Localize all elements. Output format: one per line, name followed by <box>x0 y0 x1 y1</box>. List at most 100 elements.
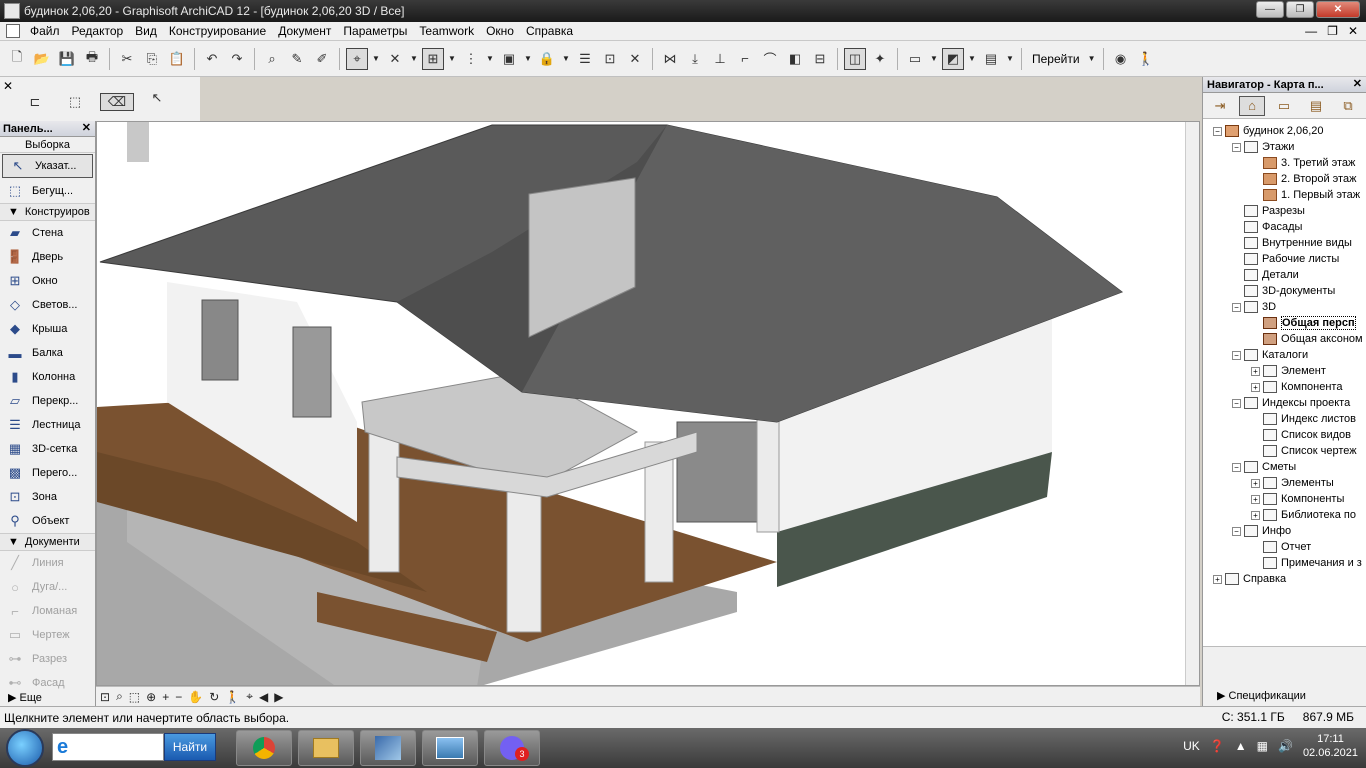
split-icon[interactable]: ⋈ <box>659 48 681 70</box>
previous-view-icon[interactable]: ◀ <box>259 690 268 704</box>
language-indicator[interactable]: UK <box>1183 739 1200 753</box>
group-icon[interactable]: ▣ <box>498 48 520 70</box>
walk-icon[interactable]: 🚶 <box>1135 48 1157 70</box>
3d-viewport[interactable] <box>96 121 1200 686</box>
volume-icon[interactable]: 🔊 <box>1278 739 1293 753</box>
chevron-down-icon[interactable]: ▼ <box>1005 48 1015 70</box>
tool-mesh[interactable]: ▦ 3D-сетка <box>0 437 95 461</box>
tree-item[interactable]: Общая персп <box>1203 315 1366 331</box>
doc-close-button[interactable]: ✕ <box>1348 24 1358 38</box>
render-icon[interactable]: ✦ <box>869 48 891 70</box>
open-folder-icon[interactable]: 📂 <box>31 48 53 70</box>
chevron-down-icon[interactable]: ▼ <box>371 48 381 70</box>
search-input[interactable]: e <box>52 733 164 761</box>
chevron-down-icon[interactable]: ▼ <box>561 48 571 70</box>
delete-icon[interactable]: ✕ <box>624 48 646 70</box>
rectangle-select-icon[interactable]: ⬚ <box>64 91 86 113</box>
snap-grid-icon[interactable]: ⋮ <box>460 48 482 70</box>
chevron-down-icon[interactable]: ▼ <box>485 48 495 70</box>
tool-line[interactable]: ╱ Линия <box>0 551 95 575</box>
layout-book-icon[interactable]: ▤ <box>1303 96 1329 116</box>
tree-item[interactable]: − Сметы <box>1203 459 1366 475</box>
expand-icon[interactable]: + <box>1251 366 1260 376</box>
expand-icon[interactable]: + <box>1251 510 1260 520</box>
collapse-icon[interactable]: − <box>1232 142 1241 152</box>
pick-up-icon[interactable]: ✎ <box>286 48 308 70</box>
gravity-icon[interactable]: ⌖ <box>346 47 368 70</box>
doc-restore-button[interactable]: ❐ <box>1327 24 1338 38</box>
tool-column[interactable]: ▮ Колонна <box>0 365 95 389</box>
tree-item[interactable]: + Компонента <box>1203 379 1366 395</box>
tree-item[interactable]: Фасады <box>1203 219 1366 235</box>
close-icon[interactable]: ✕ <box>1353 77 1362 90</box>
minimize-button[interactable]: — <box>1256 1 1284 18</box>
tree-item[interactable]: − Индексы проекта <box>1203 395 1366 411</box>
view-mode-icon[interactable]: ◩ <box>942 47 964 70</box>
collapse-icon[interactable]: − <box>1232 398 1241 408</box>
taskbar-explorer[interactable] <box>298 730 354 766</box>
menu-file[interactable]: Файл <box>24 24 66 38</box>
tool-marquee[interactable]: ⬚ Бегущ... <box>0 179 95 203</box>
taskbar-chrome[interactable] <box>236 730 292 766</box>
tool-object[interactable]: ⚲ Объект <box>0 509 95 533</box>
menu-document[interactable]: Документ <box>272 24 337 38</box>
menu-design[interactable]: Конструирование <box>163 24 272 38</box>
chevron-down-icon[interactable]: ▼ <box>1087 48 1097 70</box>
tree-item[interactable]: Список чертеж <box>1203 443 1366 459</box>
tool-zone[interactable]: ⊡ Зона <box>0 485 95 509</box>
tool-drawing[interactable]: ▭ Чертеж <box>0 623 95 647</box>
zoom-in-icon[interactable]: + <box>162 690 169 704</box>
tool-arc[interactable]: ○ Дуга/... <box>0 575 95 599</box>
orbit-icon[interactable]: ◉ <box>1110 48 1132 70</box>
tree-item[interactable]: − Каталоги <box>1203 347 1366 363</box>
expand-icon[interactable]: + <box>1251 494 1260 504</box>
show-hidden-icons-icon[interactable]: ▲ <box>1235 739 1247 753</box>
zoom-fit-icon[interactable]: ⌖ <box>246 689 253 704</box>
zoom-region-icon[interactable]: ⬚ <box>129 690 140 704</box>
grid-snap-icon[interactable]: ⊞ <box>422 47 444 70</box>
tree-item[interactable]: − будинок 2,06,20 <box>1203 123 1366 139</box>
inject-icon[interactable]: ✐ <box>311 48 333 70</box>
view-toggle-icon[interactable]: ⊡ <box>100 690 110 704</box>
tree-item[interactable]: Отчет <box>1203 539 1366 555</box>
lock-icon[interactable]: 🔒 <box>536 48 558 70</box>
save-icon[interactable]: 💾 <box>56 48 78 70</box>
document-icon[interactable] <box>6 24 20 38</box>
tool-stair[interactable]: ☰ Лестница <box>0 413 95 437</box>
maximize-button[interactable]: ❐ <box>1286 1 1314 18</box>
fillet-icon[interactable]: ⌒ <box>759 48 781 70</box>
find-select-icon[interactable]: ⌕ <box>261 48 283 70</box>
solid-operations-icon[interactable]: ◧ <box>784 48 806 70</box>
tree-item[interactable]: Примечания и з <box>1203 555 1366 571</box>
tool-skylight[interactable]: ◇ Светов... <box>0 293 95 317</box>
tree-item[interactable]: 3. Третий этаж <box>1203 155 1366 171</box>
expand-icon[interactable]: + <box>1251 382 1260 392</box>
view-map-icon[interactable]: ▭ <box>1271 96 1297 116</box>
expand-icon[interactable]: + <box>1251 478 1260 488</box>
fit-window-icon[interactable]: ⌕ <box>116 689 123 704</box>
specifications-toggle[interactable]: ▶ Спецификации <box>1217 689 1306 702</box>
selection-method-icon[interactable]: ⊏ <box>24 91 46 113</box>
arrow-pointer-icon[interactable]: ↖ <box>146 87 168 109</box>
orbit-icon[interactable]: ↻ <box>209 690 219 704</box>
3d-window-icon[interactable]: ◫ <box>844 47 866 70</box>
chevron-down-icon[interactable]: ▼ <box>967 48 977 70</box>
tree-item[interactable]: + Элементы <box>1203 475 1366 491</box>
adjust-icon[interactable]: ⤓ <box>684 48 706 70</box>
menu-view[interactable]: Вид <box>129 24 163 38</box>
guide-lines-icon[interactable]: ✕ <box>384 48 406 70</box>
redo-icon[interactable]: ↷ <box>226 48 248 70</box>
publisher-icon[interactable]: ⧉ <box>1335 96 1361 116</box>
tree-item[interactable]: Рабочие листы <box>1203 251 1366 267</box>
undo-icon[interactable]: ↶ <box>201 48 223 70</box>
tree-item[interactable]: − Этажи <box>1203 139 1366 155</box>
trim-icon[interactable]: ⊥ <box>709 48 731 70</box>
tool-curtain-wall[interactable]: ▩ Перего... <box>0 461 95 485</box>
collapse-icon[interactable]: − <box>1232 350 1241 360</box>
close-button[interactable]: ✕ <box>1316 1 1360 18</box>
zoom-previous-icon[interactable]: ⊕ <box>146 690 156 704</box>
collapse-icon[interactable]: − <box>1213 126 1222 136</box>
start-button[interactable] <box>6 729 44 767</box>
window-mode-icon[interactable]: ▭ <box>904 48 926 70</box>
tree-item[interactable]: Разрезы <box>1203 203 1366 219</box>
